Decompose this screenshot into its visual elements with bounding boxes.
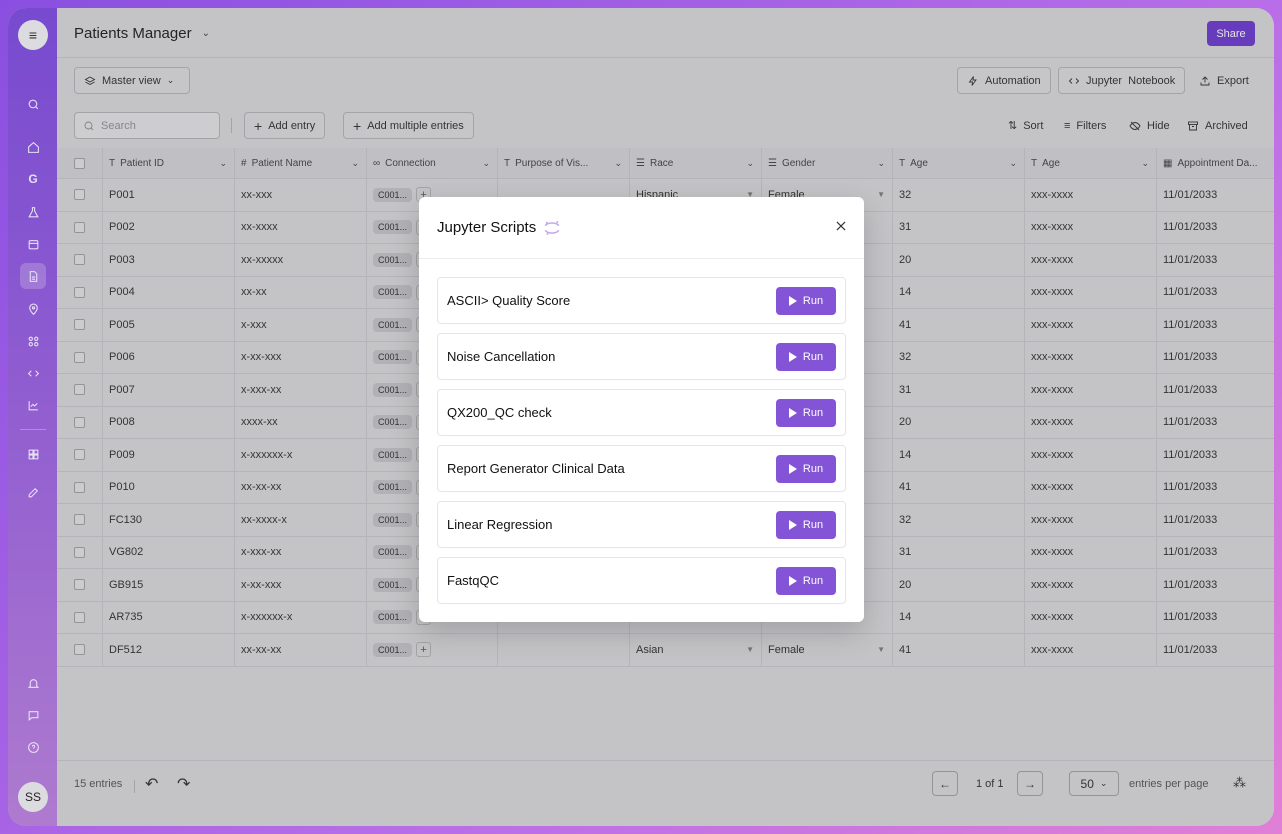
- script-name: QX200_QC check: [447, 405, 552, 420]
- run-button[interactable]: Run: [776, 342, 836, 371]
- run-label: Run: [802, 350, 824, 363]
- script-item: QX200_QC check Run: [437, 389, 846, 436]
- play-icon: [788, 295, 797, 306]
- play-icon: [788, 519, 797, 530]
- script-item: ASCII> Quality Score Run: [437, 277, 846, 324]
- script-name: FastqQC: [447, 573, 500, 588]
- script-name: Report Generator Clinical Data: [447, 461, 625, 476]
- run-label: Run: [802, 574, 824, 587]
- script-name: ASCII> Quality Score: [447, 293, 571, 308]
- script-item: Linear Regression Run: [437, 501, 846, 548]
- script-name: Noise Cancellation: [447, 349, 556, 364]
- play-icon: [788, 463, 797, 474]
- script-item: Noise Cancellation Run: [437, 333, 846, 380]
- run-button[interactable]: Run: [776, 398, 836, 427]
- play-icon: [788, 407, 797, 418]
- run-label: Run: [802, 518, 824, 531]
- run-button[interactable]: Run: [776, 286, 836, 315]
- run-label: Run: [802, 462, 824, 475]
- modal-title: Jupyter Scripts: [437, 219, 537, 236]
- run-label: Run: [802, 406, 824, 419]
- script-item: Report Generator Clinical Data Run: [437, 445, 846, 492]
- jupyter-scripts-modal: Jupyter Scripts ASCII> Quality Score Run N…: [419, 197, 864, 622]
- play-icon: [788, 575, 797, 586]
- script-name: Linear Regression: [447, 517, 553, 532]
- script-item: FastqQC Run: [437, 557, 846, 604]
- play-icon: [788, 351, 797, 362]
- run-label: Run: [802, 294, 824, 307]
- close-icon[interactable]: [834, 219, 848, 233]
- run-button[interactable]: Run: [776, 566, 836, 595]
- run-button[interactable]: Run: [776, 454, 836, 483]
- modal-header: Jupyter Scripts: [419, 197, 864, 259]
- jupyter-logo-icon: [544, 220, 560, 235]
- run-button[interactable]: Run: [776, 510, 836, 539]
